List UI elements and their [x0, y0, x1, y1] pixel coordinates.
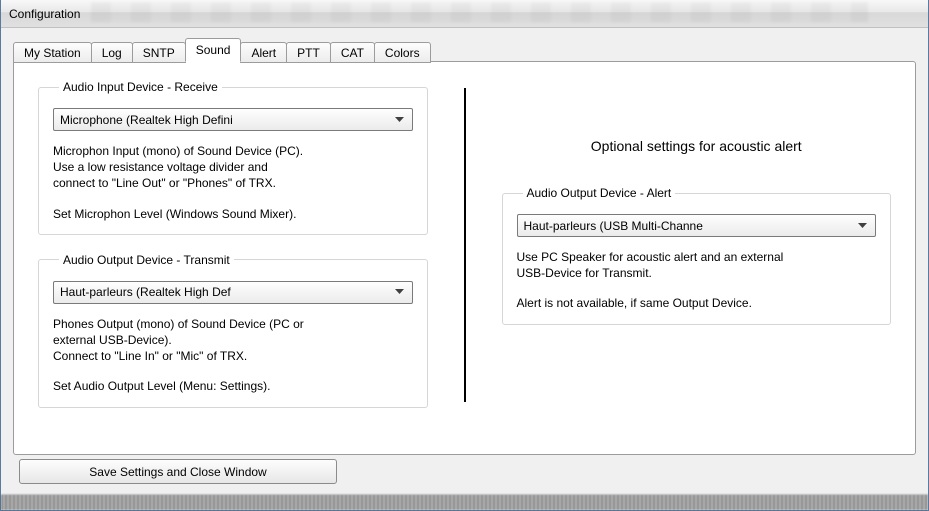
tab-alert[interactable]: Alert	[240, 42, 287, 63]
bottom-strip	[1, 494, 928, 510]
left-column: Audio Input Device - Receive Microphone …	[38, 80, 428, 442]
tab-my-station[interactable]: My Station	[13, 42, 92, 63]
optional-heading: Optional settings for acoustic alert	[502, 138, 892, 154]
audio-output-alert-help: Use PC Speaker for acoustic alert and an…	[517, 249, 877, 312]
tab-sntp[interactable]: SNTP	[132, 42, 186, 63]
chevron-down-icon	[854, 215, 871, 236]
titlebar-background	[91, 2, 868, 22]
client-area: My Station Log SNTP Sound Alert PTT CAT …	[1, 28, 928, 494]
tab-log[interactable]: Log	[91, 42, 133, 63]
group-audio-output-alert: Audio Output Device - Alert Haut-parleur…	[502, 186, 892, 325]
group-audio-input-legend: Audio Input Device - Receive	[59, 80, 222, 94]
config-window: Configuration My Station Log SNTP Sound …	[0, 0, 929, 511]
audio-output-transmit-help: Phones Output (mono) of Sound Device (PC…	[53, 316, 413, 395]
save-row: Save Settings and Close Window	[13, 455, 916, 484]
tab-colors[interactable]: Colors	[374, 42, 431, 63]
chevron-down-icon	[391, 282, 408, 303]
group-audio-output-alert-legend: Audio Output Device - Alert	[523, 186, 676, 200]
window-title: Configuration	[9, 7, 80, 21]
group-audio-output-transmit: Audio Output Device - Transmit Haut-parl…	[38, 253, 428, 408]
panel-body: Audio Input Device - Receive Microphone …	[14, 62, 915, 454]
right-column: Optional settings for acoustic alert Aud…	[502, 80, 892, 442]
tab-sound[interactable]: Sound	[185, 38, 242, 62]
audio-input-help: Microphon Input (mono) of Sound Device (…	[53, 143, 413, 222]
group-audio-input: Audio Input Device - Receive Microphone …	[38, 80, 428, 235]
combo-audio-input[interactable]: Microphone (Realtek High Defini	[53, 108, 413, 131]
save-settings-button[interactable]: Save Settings and Close Window	[19, 459, 337, 484]
tab-cat[interactable]: CAT	[330, 42, 375, 63]
tab-ptt[interactable]: PTT	[286, 42, 331, 63]
vertical-divider	[464, 88, 466, 402]
chevron-down-icon	[391, 109, 408, 130]
combo-audio-input-value: Microphone (Realtek High Defini	[60, 113, 391, 127]
tab-bar: My Station Log SNTP Sound Alert PTT CAT …	[13, 38, 916, 62]
combo-audio-output-alert-value: Haut-parleurs (USB Multi-Channe	[524, 219, 855, 233]
combo-audio-output-alert[interactable]: Haut-parleurs (USB Multi-Channe	[517, 214, 877, 237]
combo-audio-output-transmit-value: Haut-parleurs (Realtek High Def	[60, 285, 391, 299]
titlebar: Configuration	[1, 0, 928, 28]
combo-audio-output-transmit[interactable]: Haut-parleurs (Realtek High Def	[53, 281, 413, 304]
tab-panel-sound: Audio Input Device - Receive Microphone …	[13, 61, 916, 455]
group-audio-output-transmit-legend: Audio Output Device - Transmit	[59, 253, 234, 267]
